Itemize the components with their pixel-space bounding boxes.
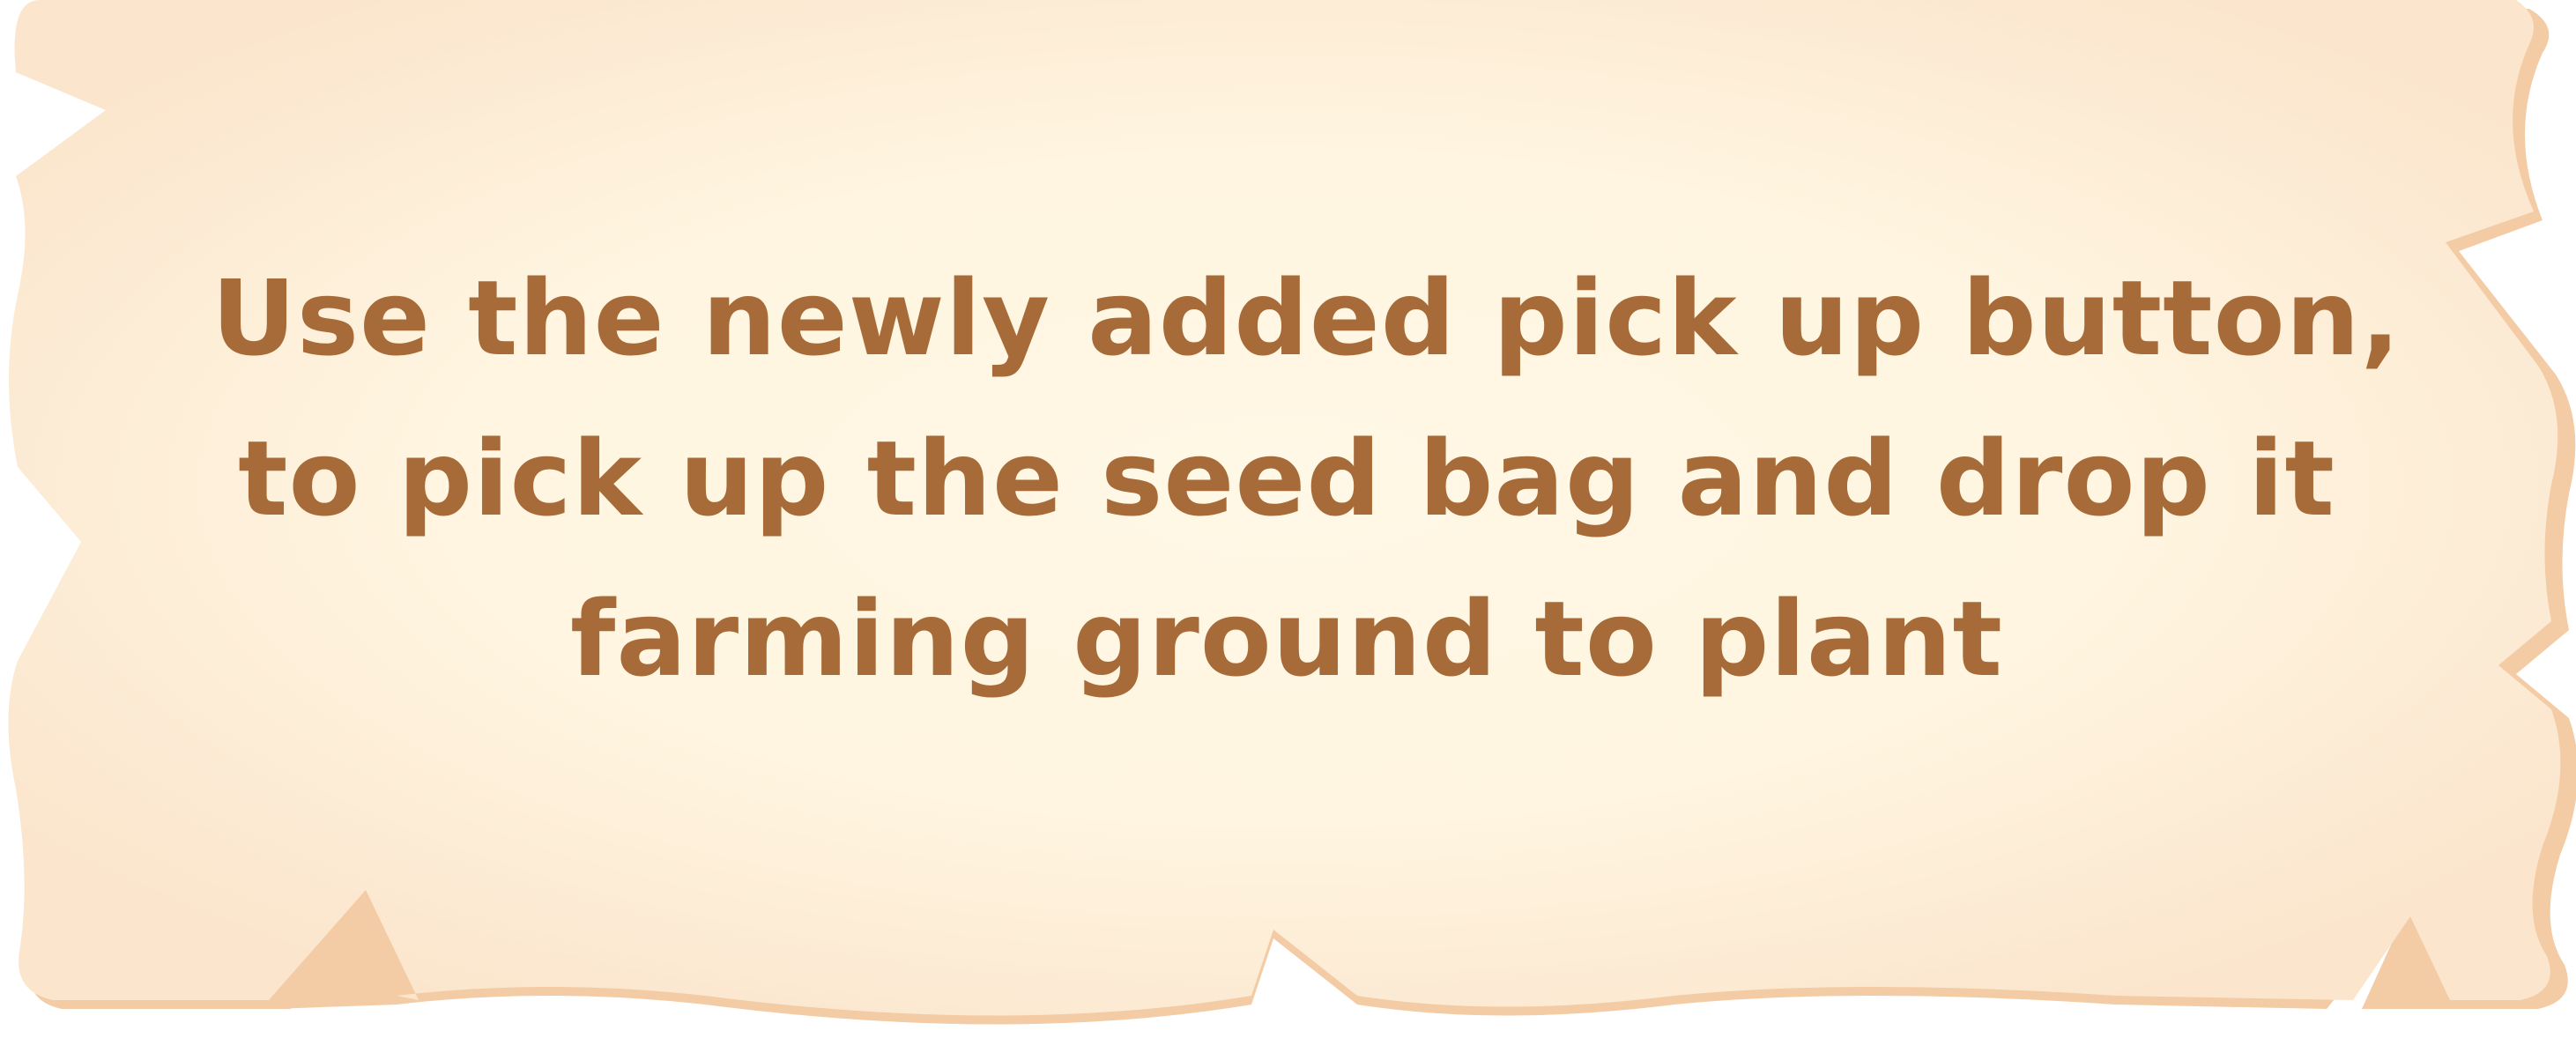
tutorial-banner: Use the newly added pick up button, to p… [0,0,2576,1038]
tutorial-line-2: to pick up the seed bag and drop it [238,418,2335,539]
tutorial-line-1: Use the newly added pick up button, [212,257,2402,379]
tutorial-message: Use the newly added pick up button, to p… [212,238,2402,719]
tutorial-line-3: farming ground to plant [570,578,2003,700]
